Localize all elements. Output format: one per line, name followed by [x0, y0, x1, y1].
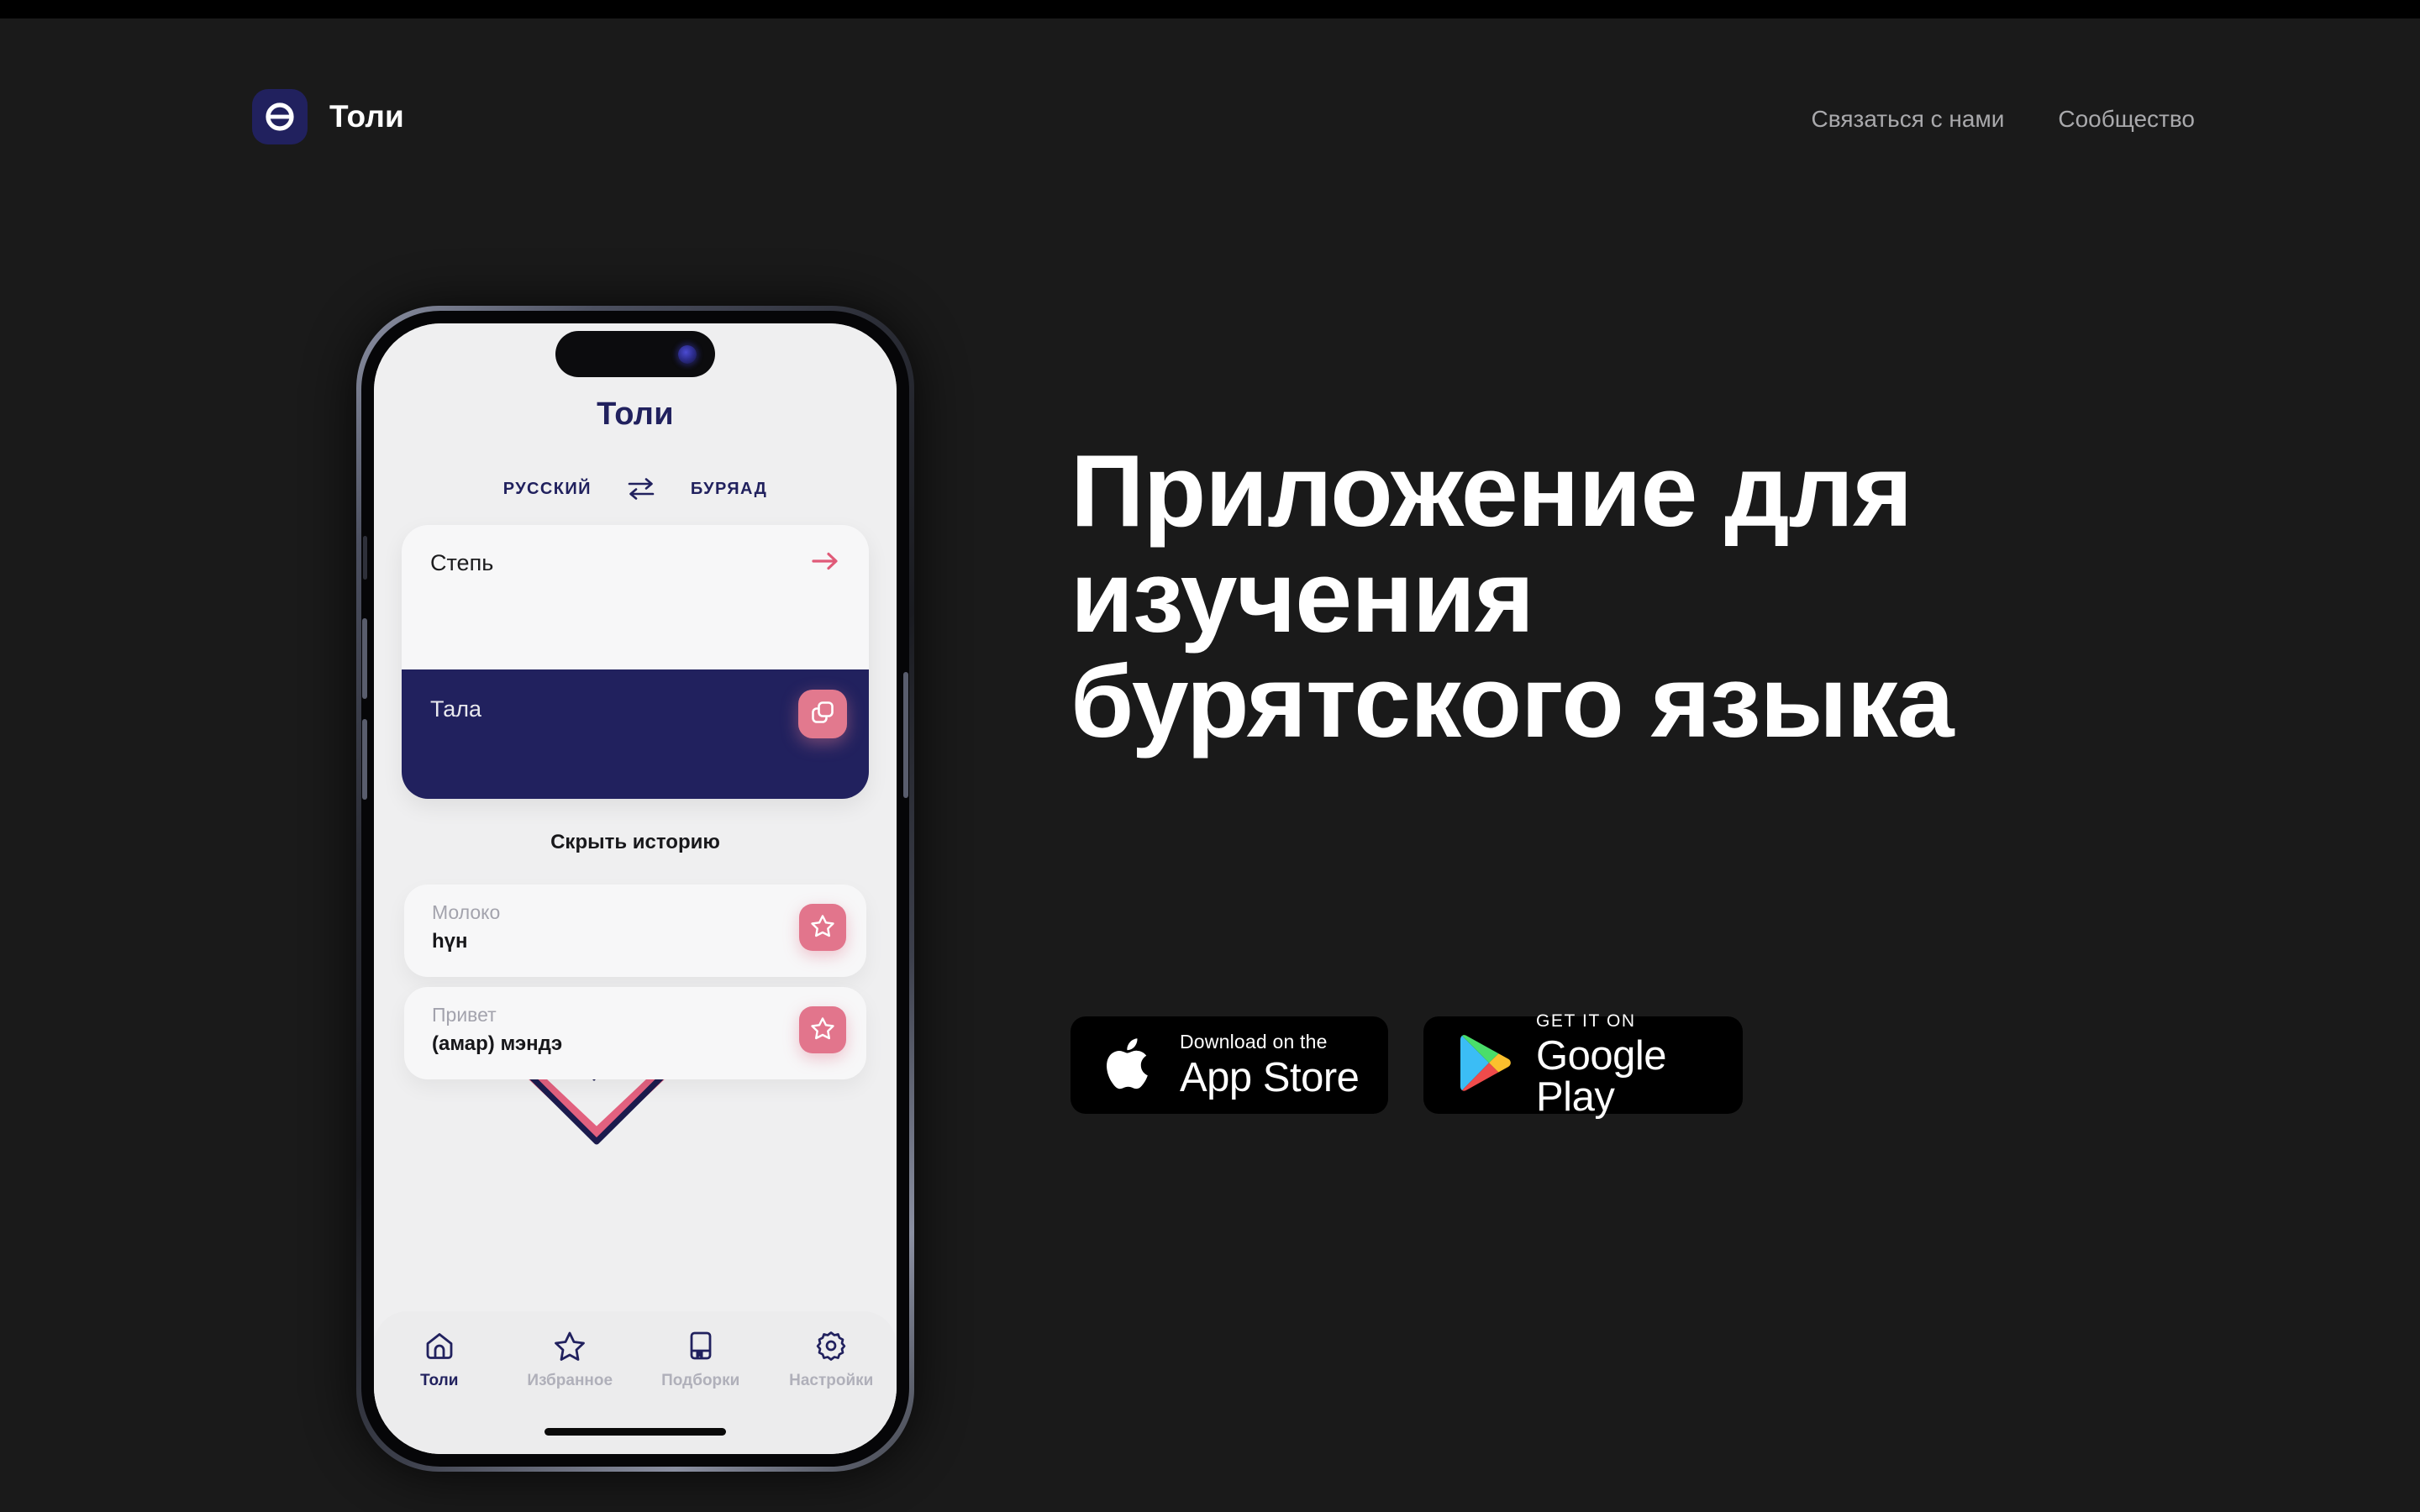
hero-title: Приложение для изучения бурятского языка — [1071, 433, 1954, 759]
history-target-text: һүн — [432, 930, 468, 953]
book-bookmark-icon — [685, 1330, 717, 1362]
tab-label-settings: Настройки — [789, 1372, 874, 1389]
tab-collections[interactable]: Подборки — [635, 1330, 766, 1390]
app-store-big-label: App Store — [1180, 1054, 1360, 1100]
tab-settings[interactable]: Настройки — [766, 1330, 897, 1390]
volume-up-button[interactable] — [362, 618, 367, 699]
site-nav: Связаться с нами Сообщество — [1812, 106, 2195, 133]
brand-name: Толи — [329, 99, 405, 134]
translation-output-area: Тала — [402, 669, 869, 799]
app-store-button[interactable]: Download on the App Store — [1071, 1016, 1388, 1114]
favorite-button[interactable] — [799, 1006, 846, 1053]
translation-input-area[interactable]: Степь — [402, 525, 869, 669]
site-header: Толи Связаться с нами Сообщество — [0, 18, 2420, 170]
nav-link-community[interactable]: Сообщество — [2058, 106, 2195, 133]
tab-label-collections: Подборки — [661, 1372, 740, 1389]
history-target-text: (амар) мэндэ — [432, 1032, 563, 1055]
front-camera-icon — [678, 344, 697, 364]
swap-arrows-icon[interactable] — [627, 476, 655, 501]
translation-card: Степь Тала — [402, 525, 869, 799]
app-logo-icon — [252, 89, 308, 144]
history-item[interactable]: Привет (амар) мэндэ — [404, 987, 866, 1079]
nav-link-contact[interactable]: Связаться с нами — [1812, 106, 2005, 133]
apple-icon — [1102, 1031, 1158, 1100]
volume-down-button[interactable] — [362, 719, 367, 800]
google-play-big-label: Google Play — [1536, 1033, 1667, 1120]
star-icon — [810, 1016, 835, 1045]
google-play-button[interactable]: GET IT ON Google Play — [1423, 1012, 1743, 1118]
arrow-right-icon[interactable] — [810, 549, 840, 574]
gear-icon — [815, 1330, 847, 1362]
page-stage: Толи Связаться с нами Сообщество Толи РУ… — [0, 18, 2420, 1512]
google-play-label-group: GET IT ON Google Play — [1536, 1012, 1743, 1118]
brand-logo-group[interactable]: Толи — [252, 89, 404, 144]
phone-frame: Толи РУССКИЙ БУРЯАД Степь Тала Скрыть ис… — [361, 311, 909, 1467]
silent-switch[interactable] — [363, 536, 367, 580]
app-viewport: Толи РУССКИЙ БУРЯАД Степь Тала Скрыть ис… — [374, 323, 897, 1454]
landing-page: Толи Связаться с нами Сообщество Толи РУ… — [0, 0, 2420, 1512]
history-toggle-button[interactable]: Скрыть историю — [374, 831, 897, 854]
history-item[interactable]: Молоко һүн — [404, 885, 866, 977]
history-source-text: Молоко — [432, 901, 501, 923]
copy-icon — [810, 700, 835, 729]
home-indicator — [544, 1428, 726, 1436]
tab-label-toli: Толи — [420, 1372, 459, 1389]
home-icon — [424, 1330, 455, 1362]
app-store-small-label: Download on the — [1180, 1030, 1328, 1053]
language-switcher[interactable]: РУССКИЙ БУРЯАД — [374, 476, 897, 501]
top-black-strip — [0, 0, 2420, 18]
tab-favorites[interactable]: Избранное — [505, 1330, 636, 1390]
power-button[interactable] — [903, 672, 908, 798]
language-source-label: РУССКИЙ — [502, 479, 592, 498]
history-source-text: Привет — [432, 1004, 497, 1026]
google-play-small-label: GET IT ON — [1536, 1011, 1636, 1031]
language-target-label: БУРЯАД — [690, 479, 768, 498]
translation-input-text: Степь — [430, 550, 494, 575]
star-icon — [554, 1330, 586, 1362]
tab-label-favorites: Избранное — [527, 1372, 613, 1389]
star-icon — [810, 913, 835, 942]
dynamic-island — [555, 331, 715, 377]
phone-mockup: Толи РУССКИЙ БУРЯАД Степь Тала Скрыть ис… — [351, 296, 919, 1472]
phone-screen: Толи РУССКИЙ БУРЯАД Степь Тала Скрыть ис… — [374, 323, 897, 1454]
copy-button[interactable] — [798, 690, 847, 738]
app-title: Толи — [597, 396, 674, 432]
translation-output-text: Тала — [430, 696, 482, 722]
hero-section: Приложение для изучения бурятского языка — [1071, 438, 2196, 755]
google-play-icon — [1459, 1033, 1512, 1098]
app-store-label-group: Download on the App Store — [1180, 1030, 1360, 1100]
store-badges: Download on the App Store GET IT ON Goog… — [1071, 1012, 1743, 1118]
favorite-button[interactable] — [799, 904, 846, 951]
tab-toli[interactable]: Толи — [374, 1330, 505, 1390]
